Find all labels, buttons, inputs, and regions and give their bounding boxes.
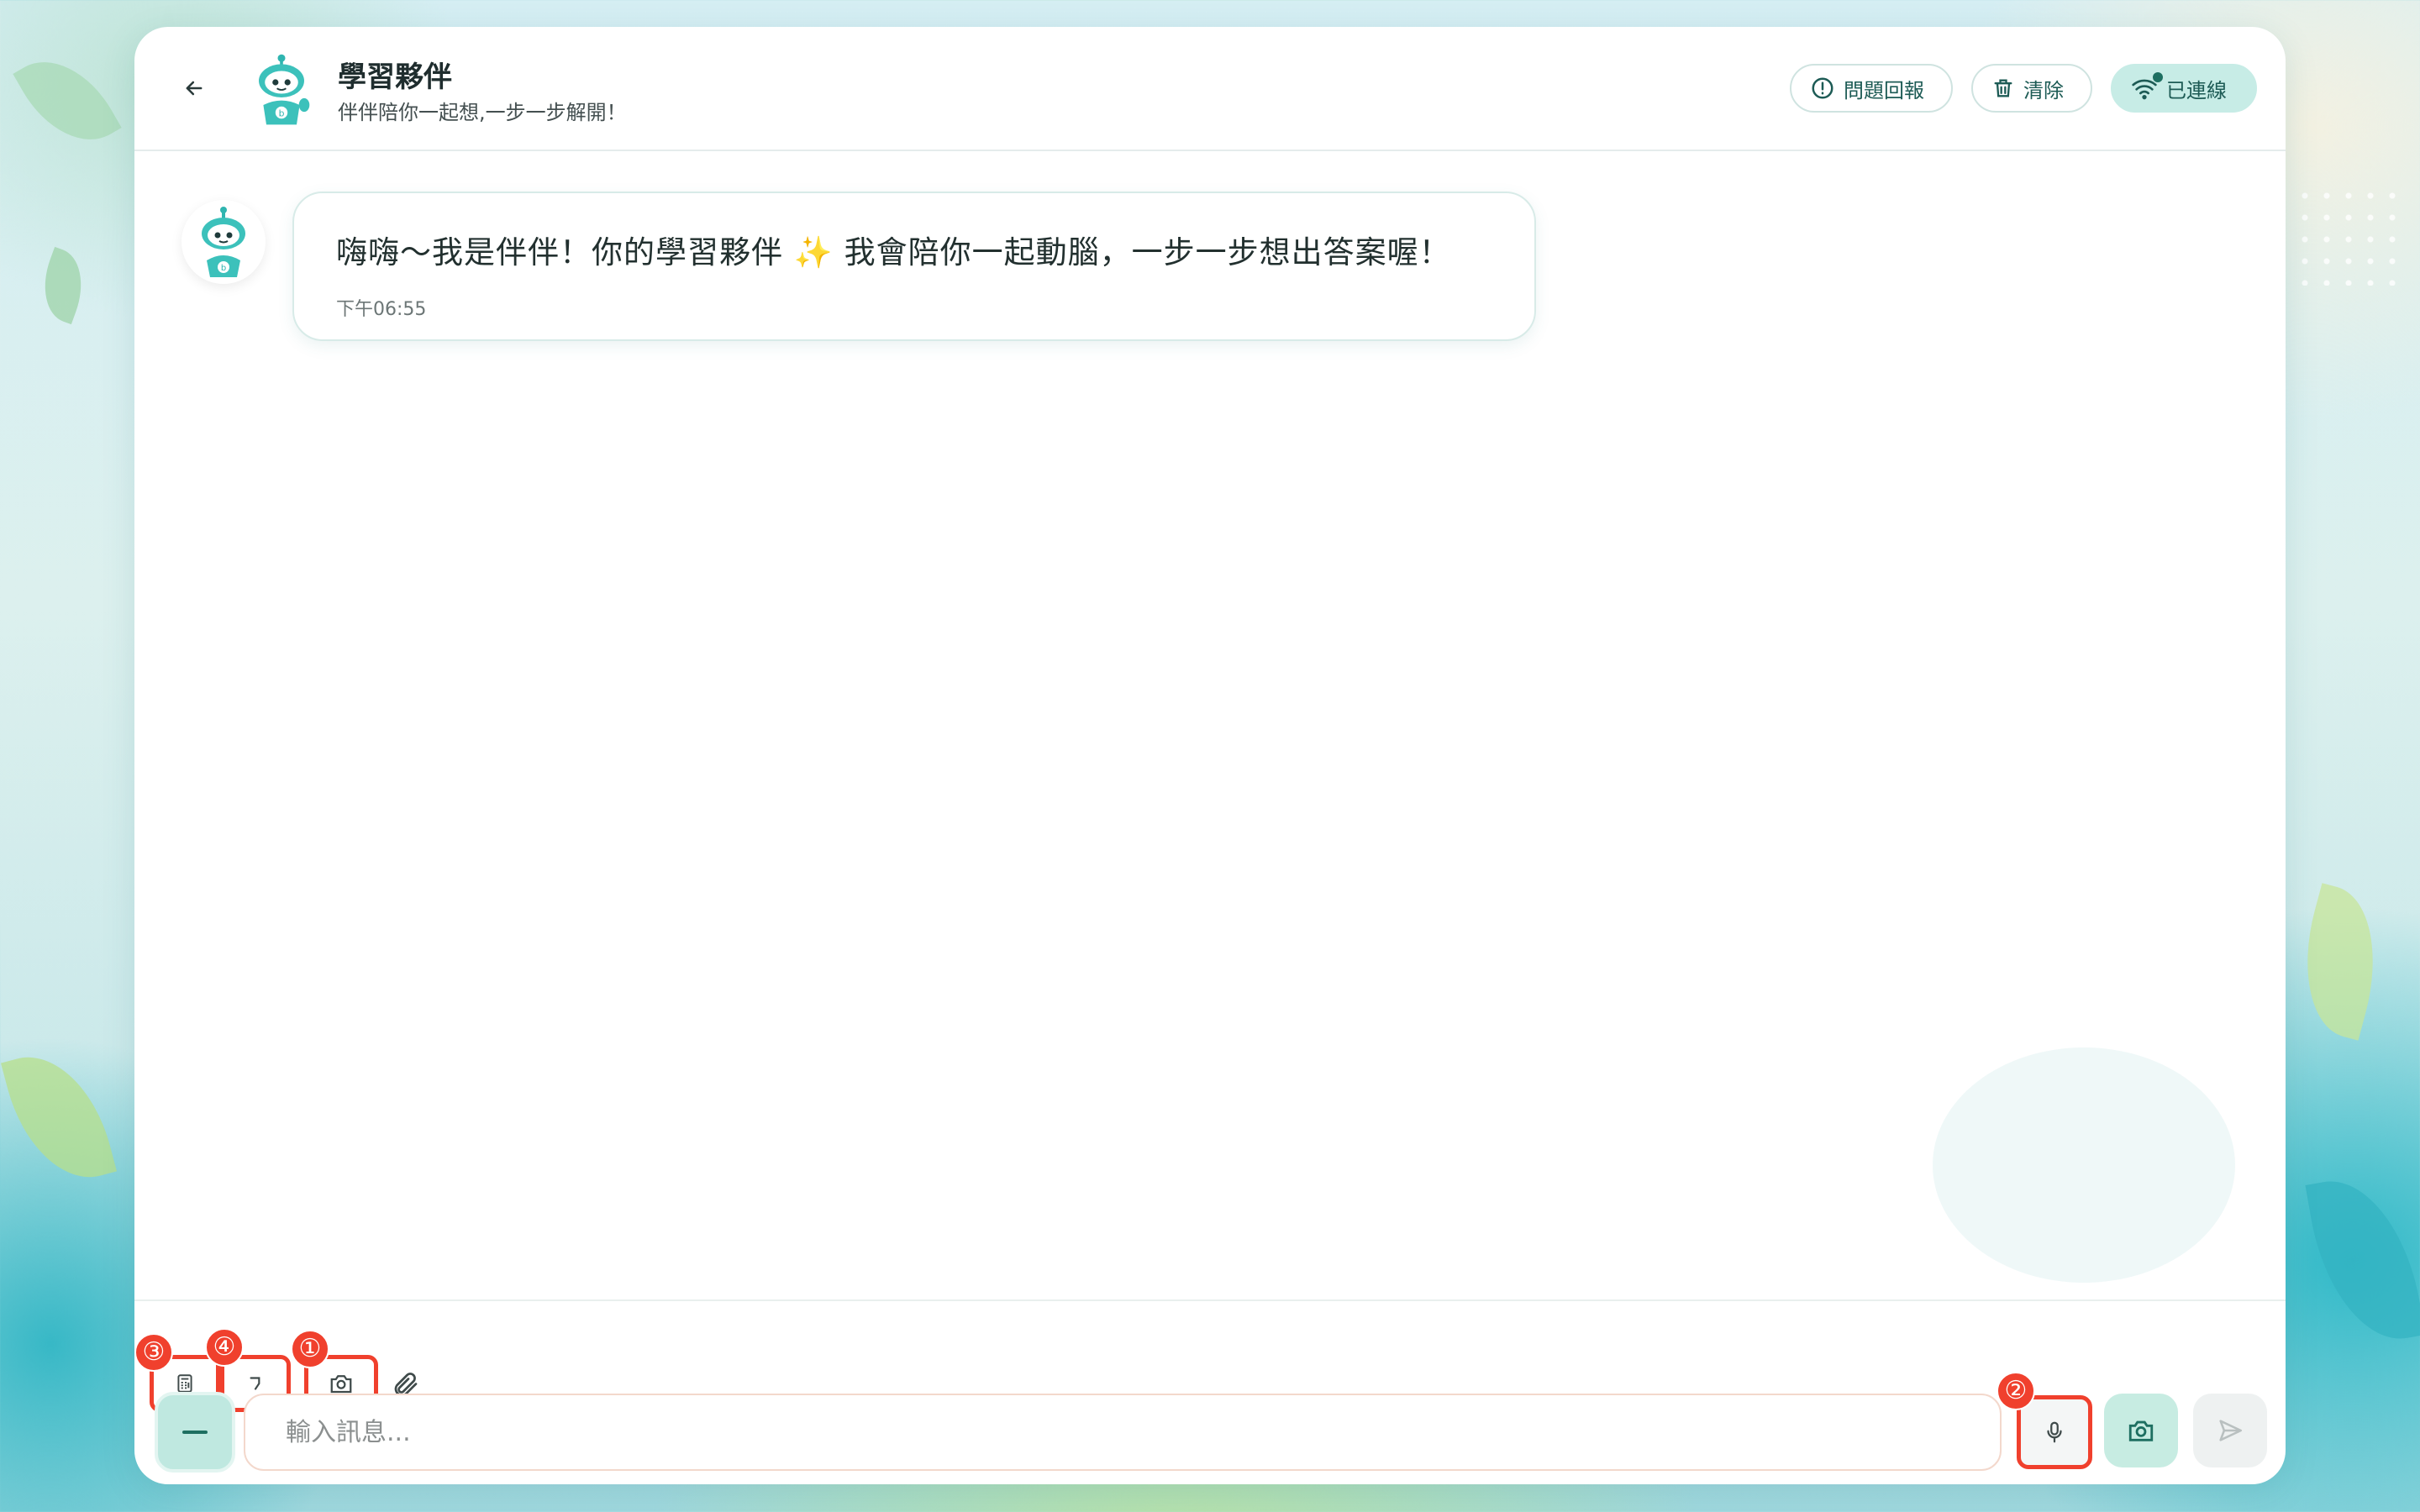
leaf-decoration [13,40,122,161]
report-button[interactable]: 問題回報 [1790,64,1953,113]
bot-avatar: b [182,200,266,284]
message-text-part: 我會陪你一起動腦，一步一步想出答案喔！ [833,234,1451,270]
leaf-decoration [2285,883,2396,1041]
page-subtitle: 伴伴陪你一起想,一步一步解開！ [338,101,627,124]
sparkles-emoji: ✨ [793,234,834,270]
message-list: b 嗨嗨～我是伴伴！你的學習夥伴 ✨ 我會陪你一起動腦，一步一步想出答案喔！ 下… [134,151,2286,1299]
chat-window: b 學習夥伴 伴伴陪你一起想,一步一步解開！ 問題回報 清除 已連線 b 嗨嗨～… [134,27,2286,1484]
message-text: 嗨嗨～我是伴伴！你的學習夥伴 ✨ 我會陪你一起動腦，一步一步想出答案喔！ [336,227,1491,272]
composer-area: ③ ④ ① ② [134,1299,2286,1484]
microphone-icon [2047,1421,2062,1443]
svg-text:b: b [221,264,226,273]
annotation-badge: ④ [205,1328,244,1367]
microphone-button[interactable] [2017,1395,2092,1469]
dots-decoration [2294,185,2403,286]
camera-button[interactable] [2104,1394,2178,1467]
annotation-badge: ② [1996,1372,2035,1410]
arrow-left-icon [186,81,203,96]
robot-watermark [1933,1047,2235,1283]
collapse-button[interactable] [155,1392,235,1473]
message-text-part: 嗨嗨～我是伴伴！你的學習夥伴 [336,234,783,270]
page-title: 學習夥伴 [338,60,452,94]
back-button[interactable] [173,67,215,109]
trash-icon [1994,79,2012,97]
robot-avatar: b [259,54,310,125]
status-dot [2153,72,2163,82]
minus-icon [182,1431,208,1434]
annotation-badge: ① [291,1330,329,1368]
chat-header: b 學習夥伴 伴伴陪你一起想,一步一步解開！ 問題回報 清除 已連線 [134,27,2286,151]
camera-icon [330,1375,352,1394]
message-time: 下午06:55 [336,299,427,320]
connection-status[interactable]: 已連線 [2111,64,2257,113]
report-label: 問題回報 [1844,78,1924,102]
alert-circle-icon [1812,77,1833,99]
leaf-decoration [31,246,95,325]
status-label: 已連線 [2166,78,2227,102]
clear-button[interactable]: 清除 [1971,64,2092,113]
leaf-decoration [2305,1168,2420,1352]
send-icon [2219,1420,2243,1441]
clear-label: 清除 [2023,78,2064,102]
annotation-badge: ③ [134,1333,173,1372]
message-input[interactable] [244,1394,2002,1471]
camera-icon [2128,1420,2154,1441]
message-bubble: 嗨嗨～我是伴伴！你的學習夥伴 ✨ 我會陪你一起動腦，一步一步想出答案喔！ 下午0… [292,192,1536,341]
leaf-decoration [0,1041,118,1194]
symbol-icon [250,1377,260,1390]
svg-text:b: b [279,108,285,119]
send-button[interactable] [2193,1394,2267,1467]
